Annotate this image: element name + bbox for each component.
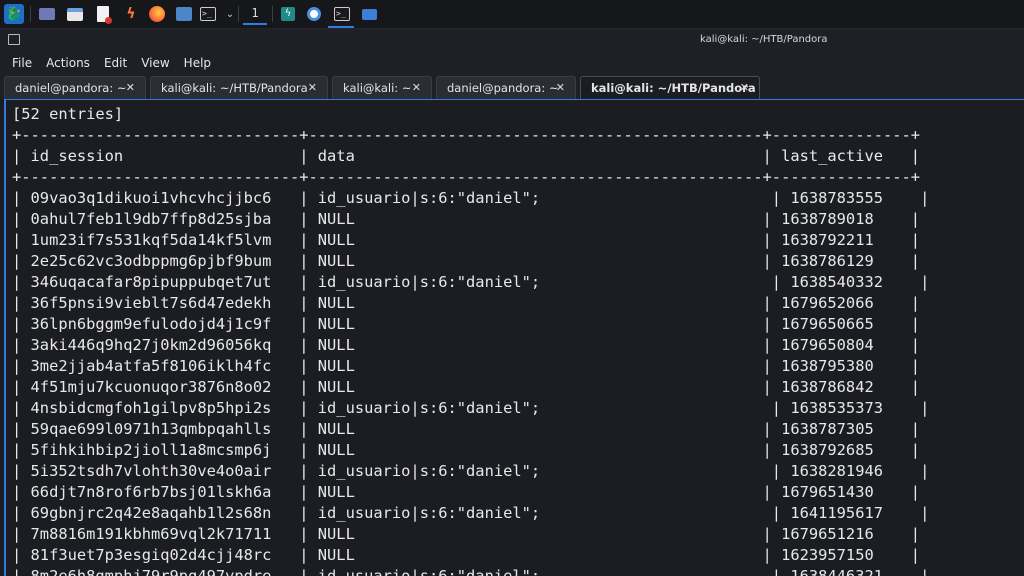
panel-separator [272,6,273,22]
table-row: | 4nsbidcmgfoh1gilpv8p5hpi2s | id_usuari… [12,399,930,417]
table-border-top: +------------------------------+--------… [12,126,921,144]
terminal-app-icon[interactable] [174,4,194,24]
table-row: | 3me2jjab4atfa5f8106iklh4fc | NULL | 16… [12,357,921,375]
table-row: | 59qae699l0971h13qmbpqahlls | NULL | 16… [12,420,921,438]
table-row: | 81f3uet7p3esgiq02d4cjj48rc | NULL | 16… [12,546,921,564]
desktop-icon[interactable] [37,4,57,24]
window-title: kali@kali: ~/HTB/Pandora [700,34,828,45]
menu-view[interactable]: View [141,52,169,74]
tab-1[interactable]: daniel@pandora: ~ ✕ [4,76,146,99]
tab-label: kali@kali: ~/HTB/Pandora [591,81,756,95]
table-row: | 36f5pnsi9vieblt7s6d47edekh | NULL | 16… [12,294,921,312]
workspace-1[interactable]: 1 [243,3,267,25]
entries-count: [52 entries] [12,105,124,123]
tab-bar: daniel@pandora: ~ ✕ kali@kali: ~/HTB/Pan… [0,74,1024,99]
terminal-icon[interactable]: >_ [198,4,218,24]
table-row: | 4f51mju7kcuonuqor3876n8o02 | NULL | 16… [12,378,921,396]
menu-edit[interactable]: Edit [104,52,127,74]
table-row: | 69gbnjrc2q42e8aqahb1l2s68n | id_usuari… [12,504,930,522]
table-row: | 7m8816m191kbhm69vql2k71711 | NULL | 16… [12,525,921,543]
menu-file[interactable]: File [12,52,32,74]
table-row: | 0ahul7feb1l9db7ffp8d25sjba | NULL | 16… [12,210,921,228]
taskbar: 🐉 ϟ >_ ⌄ 1 ϟ >_ [0,0,1024,29]
table-row: | 1um23if7s531kqf5da14kf5lvm | NULL | 16… [12,231,921,249]
tab-label: kali@kali: ~ [343,81,412,95]
table-row: | 2e25c62vc3odbppmg6pjbf9bum | NULL | 16… [12,252,921,270]
close-icon[interactable]: ✕ [412,81,421,94]
tab-label: kali@kali: ~/HTB/Pandora [161,81,308,95]
tab-5-active[interactable]: kali@kali: ~/HTB/Pandora ✕ [580,76,760,99]
tab-4[interactable]: daniel@pandora: ~ ✕ [436,76,576,99]
table-row: | 36lpn6bggm9efulodojd4j1c9f | NULL | 16… [12,315,921,333]
table-header: | id_session | data | last_active | [12,147,921,165]
text-editor-icon[interactable] [93,4,113,24]
table-row: | 5fihkihbip2jioll1a8mcsmp6j | NULL | 16… [12,441,921,459]
running-app-browser-icon[interactable] [304,4,324,24]
table-row: | 5i352tsdh7vlohth30ve4o0air | id_usuari… [12,462,930,480]
tab-label: daniel@pandora: ~ [15,81,127,95]
panel-separator [30,6,31,22]
file-manager-icon[interactable] [65,4,85,24]
close-icon[interactable]: ✕ [126,81,135,94]
menu-actions[interactable]: Actions [46,52,90,74]
menu-help[interactable]: Help [184,52,211,74]
menu-bar: File Actions Edit View Help [0,52,1024,74]
table-row: | 09vao3q1dikuoi1vhcvhcjjbc6 | id_usuari… [12,189,930,207]
firefox-icon[interactable] [147,4,167,24]
table-row: | 346uqacafar8pipuppubqet7ut | id_usuari… [12,273,930,291]
active-window-indicator [328,26,354,28]
burp-icon[interactable]: ϟ [121,4,141,24]
terminal-output[interactable]: [52 entries] +--------------------------… [4,99,1024,576]
running-folder-icon[interactable] [359,4,379,24]
chevron-down-icon[interactable]: ⌄ [220,4,240,24]
table-row: | 66djt7n8rof6rb7bsj01lskh6a | NULL | 16… [12,483,921,501]
close-icon[interactable]: ✕ [740,81,749,94]
table-row: | 3aki446q9hq27j0km2d96056kq | NULL | 16… [12,336,921,354]
panel-separator [238,6,239,22]
tab-3[interactable]: kali@kali: ~ ✕ [332,76,432,99]
close-icon[interactable]: ✕ [556,81,565,94]
table-row: | 8m2e6h8gmphj79r9pq497vpdre | id_usuari… [12,567,930,576]
window-titlebar[interactable]: kali@kali: ~/HTB/Pandora [0,29,1024,52]
table-border-mid: +------------------------------+--------… [12,168,921,186]
kali-menu-icon[interactable]: 🐉 [4,4,24,24]
tab-label: daniel@pandora: ~ [447,81,559,95]
running-app-bolt-icon[interactable]: ϟ [278,4,298,24]
running-terminal-icon[interactable]: >_ [332,4,352,24]
close-icon[interactable]: ✕ [308,81,317,94]
tab-2[interactable]: kali@kali: ~/HTB/Pandora ✕ [150,76,328,99]
